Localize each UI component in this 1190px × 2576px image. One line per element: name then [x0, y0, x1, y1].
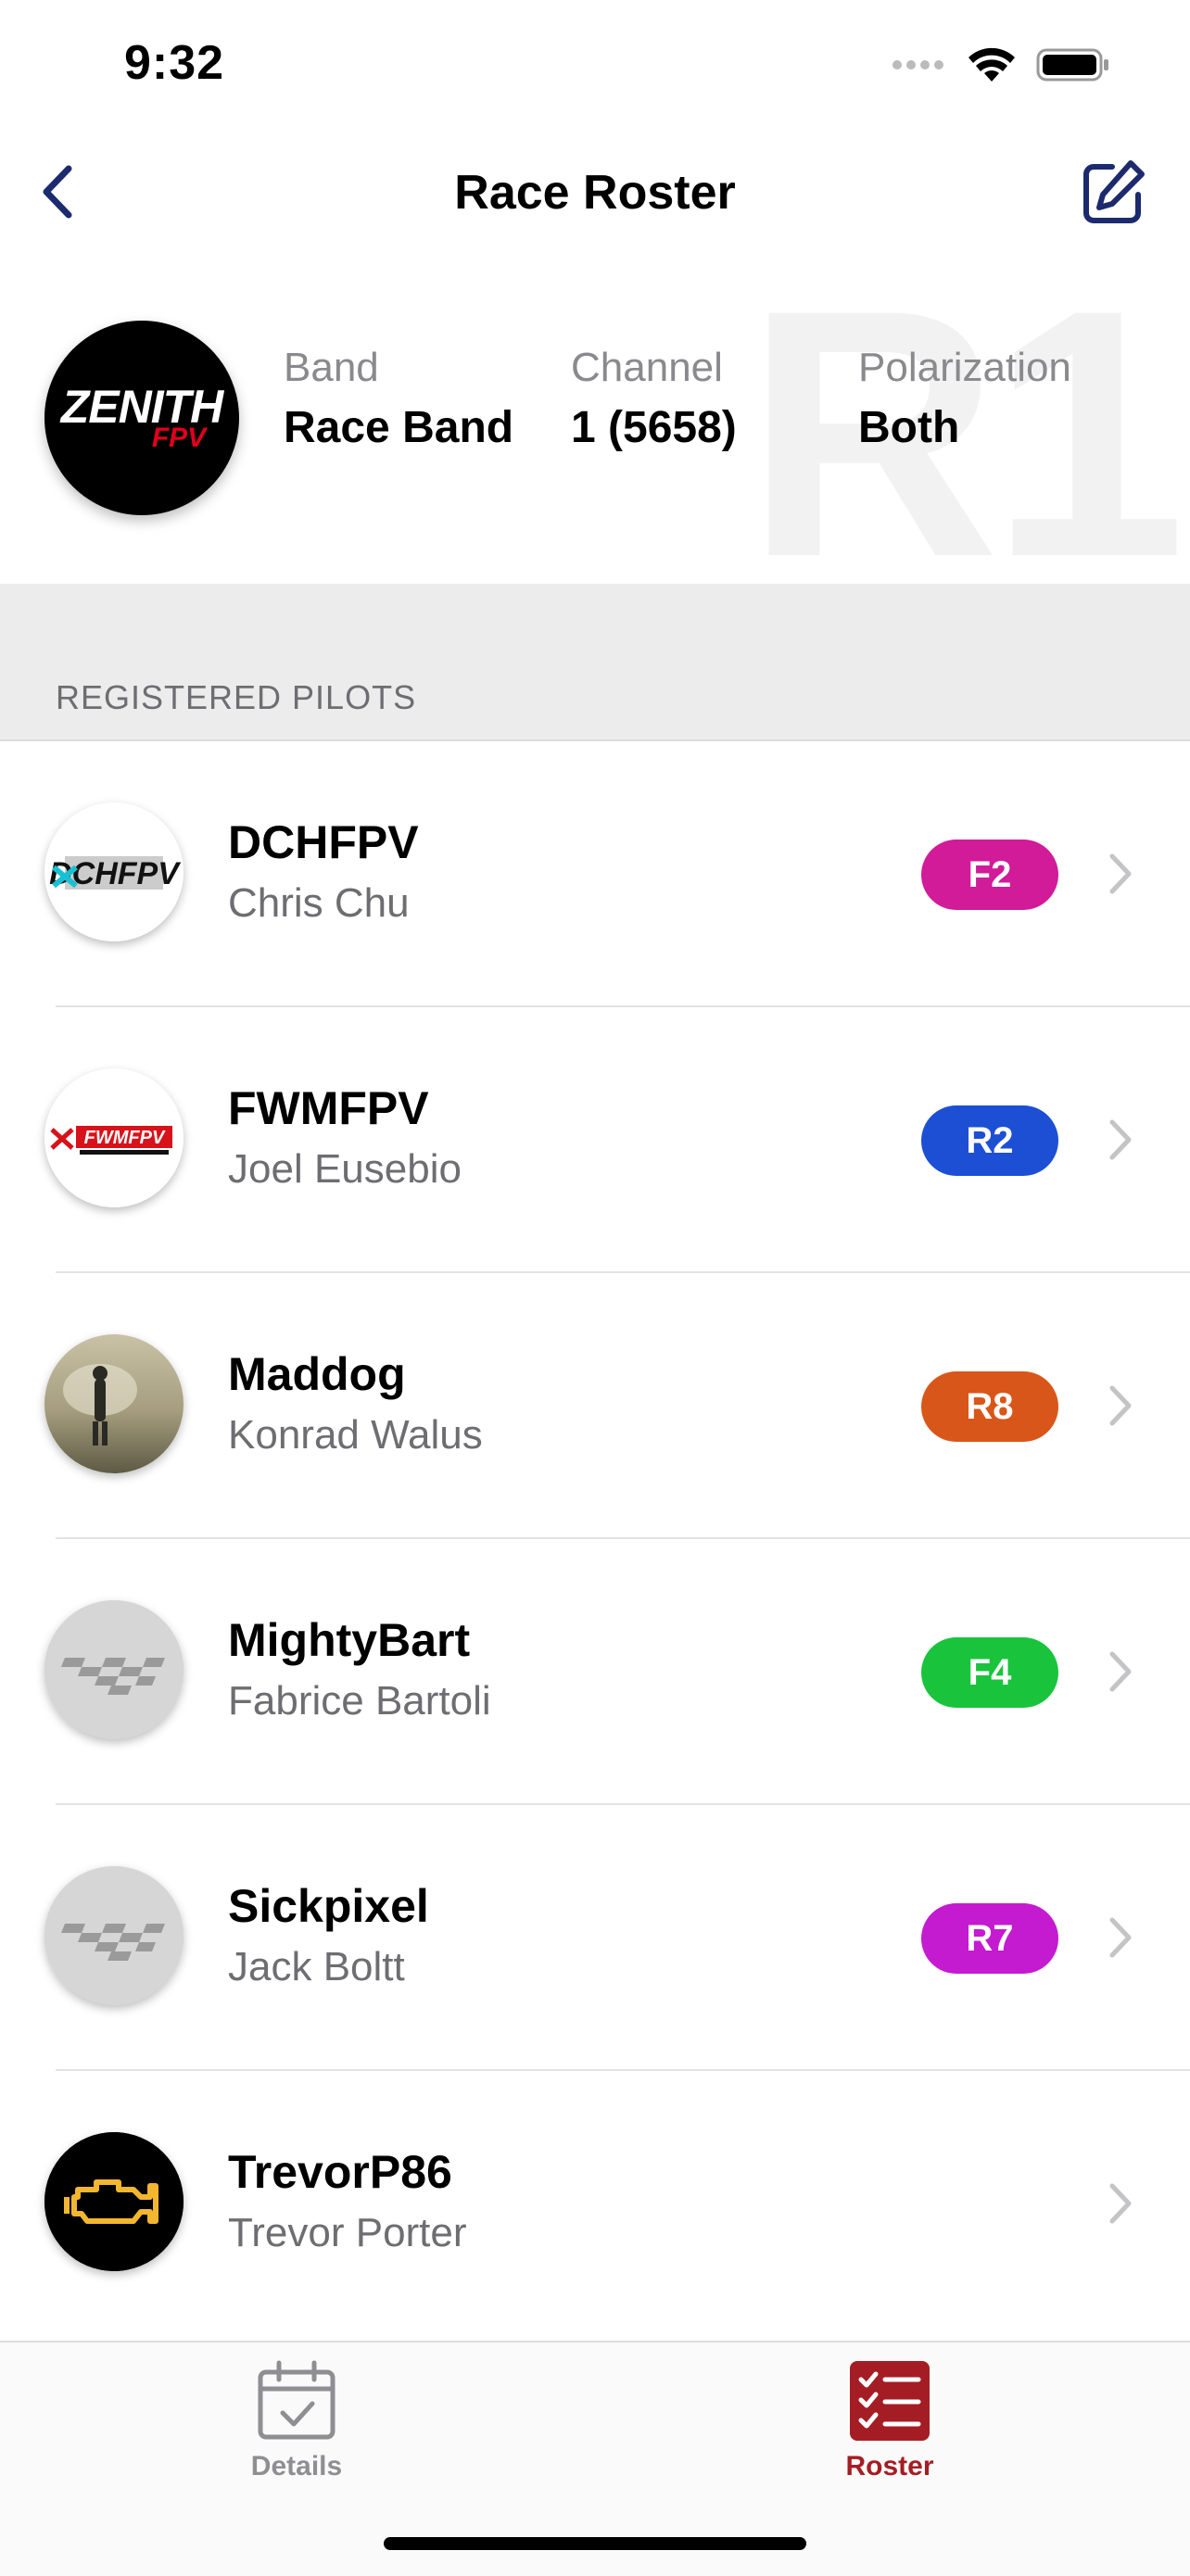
page-title: Race Roster — [454, 166, 736, 220]
pilot-list: DCHFPV DCHFPV Chris Chu F2 FWMFPV FWMFPV… — [0, 741, 1190, 2337]
edit-icon — [1083, 160, 1145, 223]
tab-roster[interactable]: Roster — [797, 2359, 982, 2482]
channel-badge: F4 — [921, 1637, 1058, 1708]
polarization-label: Polarization — [858, 345, 1071, 390]
status-icons — [892, 46, 1110, 83]
band-value: Race Band — [284, 403, 514, 452]
band-label: Band — [284, 345, 379, 390]
pilot-name: Joel Eusebio — [228, 1146, 462, 1192]
section-header: REGISTERED PILOTS — [0, 584, 1190, 741]
pilot-avatar: DCHFPV — [44, 802, 184, 941]
channel-value: 1 (5658) — [571, 403, 737, 452]
team-logo: ZENITH FPV — [44, 321, 239, 515]
pilot-name: Chris Chu — [228, 880, 410, 926]
checkered-flag-icon — [44, 1600, 184, 1739]
pilot-name: Jack Boltt — [228, 1944, 405, 1989]
channel-label: Channel — [571, 345, 723, 390]
pilot-avatar: FWMFPV — [44, 1068, 184, 1207]
wifi-icon — [968, 47, 1015, 82]
pilot-callsign: FWMFPV — [228, 1082, 429, 1134]
home-indicator[interactable] — [384, 2537, 806, 2550]
pilot-name: Fabrice Bartoli — [228, 1678, 491, 1724]
race-header: R1 ZENITH FPV Band Race Band Channel 1 (… — [0, 252, 1190, 586]
pilot-row[interactable]: DCHFPV DCHFPV Chris Chu F2 — [0, 741, 1190, 1007]
chevron-right-icon — [1109, 2183, 1132, 2224]
polarization-info: Polarization Both — [858, 345, 1071, 453]
pilot-callsign: Sickpixel — [228, 1880, 429, 1932]
cellular-signal-icon — [892, 60, 943, 69]
team-logo-subtext: FPV — [151, 423, 207, 453]
pilot-name: Trevor Porter — [228, 2210, 467, 2255]
tab-label: Roster — [845, 2451, 934, 2481]
pilot-callsign: DCHFPV — [228, 816, 419, 868]
tab-details[interactable]: Details — [204, 2359, 389, 2482]
pilot-avatar — [44, 1334, 184, 1473]
pilot-photo-icon — [44, 1334, 184, 1473]
dchfpv-logo-icon: DCHFPV — [44, 802, 184, 941]
channel-badge: F2 — [921, 840, 1058, 910]
battery-icon — [1036, 48, 1108, 82]
engine-warning-icon — [44, 2132, 184, 2271]
polarization-value: Both — [858, 403, 960, 452]
pilot-avatar — [44, 2132, 184, 2271]
pilot-callsign: MightyBart — [228, 1614, 471, 1666]
channel-badge: R8 — [921, 1371, 1058, 1442]
pilot-row[interactable]: Maddog Konrad Walus R8 — [0, 1273, 1190, 1539]
chevron-right-icon — [1109, 853, 1132, 894]
calendar-check-icon — [258, 2360, 335, 2440]
navigation-bar: Race Roster — [0, 139, 1190, 254]
pilot-callsign: Maddog — [228, 1348, 406, 1400]
checkered-flag-icon — [44, 1866, 184, 2005]
pilot-row[interactable]: TrevorP86 Trevor Porter — [0, 2071, 1190, 2337]
pilot-avatar — [44, 1866, 184, 2005]
fwmfpv-logo-icon: FWMFPV — [44, 1068, 184, 1207]
status-time: 9:32 — [124, 36, 225, 90]
channel-badge: R7 — [921, 1903, 1058, 1974]
edit-button[interactable] — [1075, 156, 1149, 230]
band-info: Band Race Band — [284, 345, 513, 453]
pilot-row[interactable]: FWMFPV FWMFPV Joel Eusebio R2 — [0, 1007, 1190, 1273]
pilot-callsign: TrevorP86 — [228, 2146, 452, 2198]
pilot-avatar — [44, 1600, 184, 1739]
pilot-name: Konrad Walus — [228, 1412, 483, 1458]
checklist-icon — [850, 2361, 930, 2441]
chevron-right-icon — [1109, 1385, 1132, 1426]
channel-info: Channel 1 (5658) — [571, 345, 737, 453]
chevron-right-icon — [1109, 1119, 1132, 1160]
pilot-row[interactable]: Sickpixel Jack Boltt R7 — [0, 1805, 1190, 2071]
svg-text:FWMFPV: FWMFPV — [84, 1128, 166, 1148]
section-title: REGISTERED PILOTS — [56, 678, 417, 716]
chevron-right-icon — [1109, 1651, 1132, 1692]
pilot-row[interactable]: MightyBart Fabrice Bartoli F4 — [0, 1539, 1190, 1805]
tab-label: Details — [250, 2451, 343, 2481]
chevron-right-icon — [1109, 1917, 1132, 1958]
channel-badge: R2 — [921, 1105, 1058, 1176]
